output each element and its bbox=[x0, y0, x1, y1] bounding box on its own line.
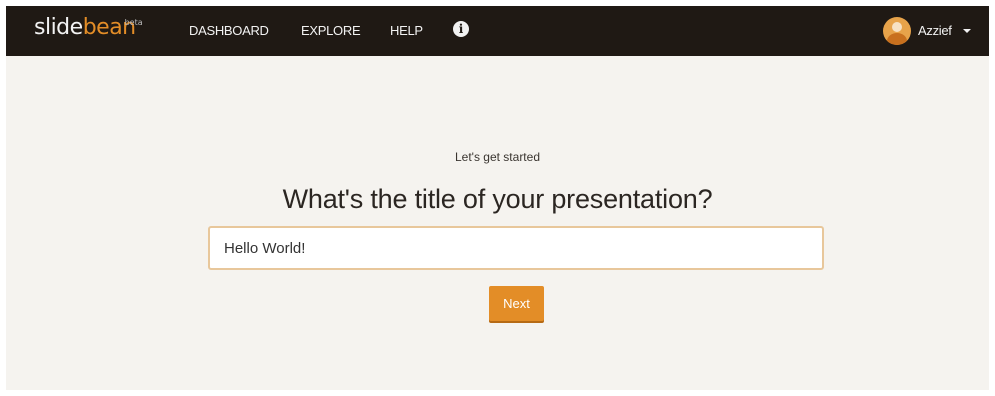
top-navbar: slidebean beta DASHBOARD EXPLORE HELP i … bbox=[6, 6, 989, 56]
chevron-down-icon[interactable] bbox=[963, 29, 971, 33]
user-menu-name[interactable]: Azzief bbox=[918, 23, 952, 39]
app-frame: slidebean beta DASHBOARD EXPLORE HELP i … bbox=[6, 6, 989, 390]
page-heading: What's the title of your presentation? bbox=[282, 184, 713, 214]
nav-explore[interactable]: EXPLORE bbox=[301, 23, 361, 39]
avatar-head-shape bbox=[892, 22, 902, 32]
nav-help[interactable]: HELP bbox=[390, 23, 423, 39]
info-icon[interactable]: i bbox=[453, 21, 469, 37]
beta-badge: beta bbox=[124, 18, 143, 27]
next-button[interactable]: Next bbox=[489, 286, 544, 321]
slidebean-logo[interactable]: slidebean beta bbox=[34, 15, 143, 40]
logo-text-slide: slide bbox=[34, 15, 83, 40]
presentation-title-input[interactable] bbox=[208, 226, 824, 270]
avatar[interactable] bbox=[883, 17, 911, 45]
nav-dashboard[interactable]: DASHBOARD bbox=[189, 23, 269, 39]
page-subtitle: Let's get started bbox=[454, 150, 540, 164]
avatar-body-shape bbox=[887, 33, 907, 45]
